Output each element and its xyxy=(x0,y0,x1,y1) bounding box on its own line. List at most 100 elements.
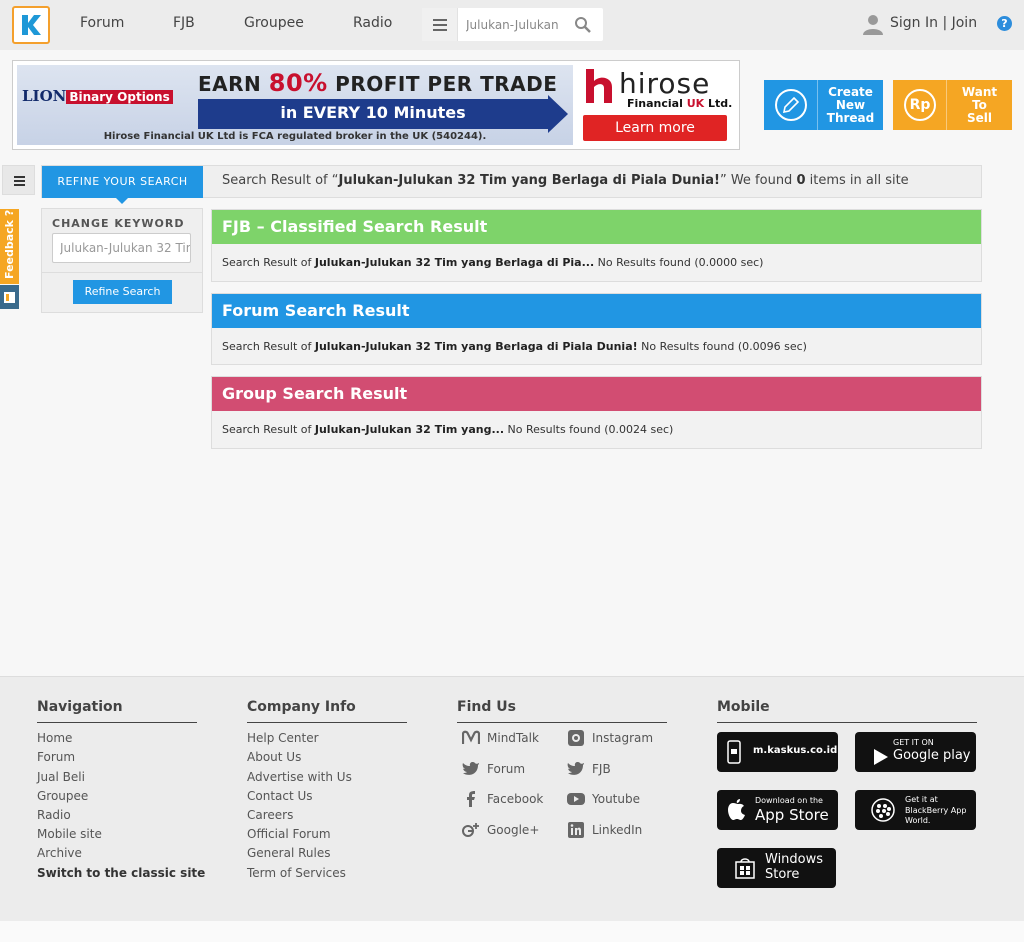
pencil-icon xyxy=(775,89,807,121)
footer-link-careers[interactable]: Careers xyxy=(247,808,293,822)
fjb-result-title: FJB – Classified Search Result xyxy=(212,210,981,244)
kaskus-k-icon xyxy=(22,15,41,35)
group-result-text: Search Result of Julukan-Julukan 32 Tim … xyxy=(222,423,674,436)
group-result-panel: Group Search Result Search Result of Jul… xyxy=(211,376,982,449)
nav-groupee[interactable]: Groupee xyxy=(244,15,304,31)
feedback-badge-icon[interactable] xyxy=(0,285,19,309)
youtube-icon xyxy=(567,793,585,805)
sidebar-toggle-button[interactable] xyxy=(2,165,35,195)
footer-findus-title: Find Us xyxy=(457,699,516,715)
twitter-icon xyxy=(567,762,584,775)
findus-facebook[interactable]: Facebook xyxy=(487,792,543,806)
linkedin-icon xyxy=(568,822,584,838)
findus-mindtalk[interactable]: MindTalk xyxy=(487,731,539,745)
footer-link-forum[interactable]: Forum xyxy=(37,750,75,764)
refine-search-button[interactable]: Refine Search xyxy=(73,280,172,304)
footer-link-classic-site[interactable]: Switch to the classic site xyxy=(37,866,205,880)
footer-link-advertise[interactable]: Advertise with Us xyxy=(247,770,352,784)
app-store-badge[interactable]: Download on the App Store xyxy=(717,790,838,830)
refine-search-tab[interactable]: REFINE YOUR SEARCH xyxy=(42,166,203,204)
banner-headline: EARN 80% PROFIT PER TRADE xyxy=(198,69,558,97)
create-thread-label: Create New Thread xyxy=(826,84,875,125)
nav-radio[interactable]: Radio xyxy=(353,15,392,31)
findus-google-plus[interactable]: Google+ xyxy=(487,823,539,837)
top-navbar: Forum FJB Groupee Radio Sign In | Join ? xyxy=(0,0,1024,50)
fjb-result-text: Search Result of Julukan-Julukan 32 Tim … xyxy=(222,256,764,269)
google-plus-icon xyxy=(462,823,479,837)
rupiah-icon: Rp xyxy=(904,89,936,121)
footer-company-title: Company Info xyxy=(247,699,356,715)
hamburger-icon xyxy=(433,19,447,21)
banner-regulation-text: Hirose Financial UK Ltd is FCA regulated… xyxy=(103,131,487,142)
forum-result-keyword[interactable]: Julukan-Julukan 32 Tim yang Berlaga di P… xyxy=(315,340,638,353)
findus-forum[interactable]: Forum xyxy=(487,762,525,776)
google-play-icon xyxy=(874,749,888,765)
search-menu-button[interactable] xyxy=(422,8,458,41)
hirose-logo-icon xyxy=(586,69,612,103)
instagram-icon xyxy=(568,730,584,746)
forum-result-title: Forum Search Result xyxy=(212,294,981,328)
apple-icon xyxy=(728,799,745,820)
signin-label: Sign In | Join xyxy=(890,15,978,31)
nav-fjb[interactable]: FJB xyxy=(173,15,195,31)
footer-link-terms[interactable]: Term of Services xyxy=(247,866,346,880)
search-input[interactable] xyxy=(466,8,576,41)
findus-instagram[interactable]: Instagram xyxy=(592,731,653,745)
create-thread-button[interactable]: Create New Thread xyxy=(764,80,883,130)
search-summary: Search Result of “Julukan-Julukan 32 Tim… xyxy=(222,173,909,188)
footer-link-archive[interactable]: Archive xyxy=(37,846,82,860)
search-bar xyxy=(422,8,603,41)
refine-header: REFINE YOUR SEARCH Search Result of “Jul… xyxy=(41,165,982,204)
footer-link-groupee[interactable]: Groupee xyxy=(37,789,88,803)
facebook-icon xyxy=(467,791,475,807)
ad-banner[interactable]: LION Binary Options EARN 80% PROFIT PER T… xyxy=(12,60,740,150)
footer-link-mobile-site[interactable]: Mobile site xyxy=(37,827,102,841)
help-icon[interactable]: ? xyxy=(997,16,1012,31)
want-to-sell-button[interactable]: Rp Want To Sell xyxy=(893,80,1012,130)
group-result-title: Group Search Result xyxy=(212,377,981,411)
hamburger-icon xyxy=(14,176,25,178)
lion-logo: LION Binary Options xyxy=(22,87,173,105)
footer-navigation-title: Navigation xyxy=(37,699,123,715)
footer-mobile-title: Mobile xyxy=(717,699,770,715)
footer-link-official-forum[interactable]: Official Forum xyxy=(247,827,331,841)
mkaskus-badge[interactable]: m.kaskus.co.id xyxy=(717,732,838,772)
search-icon[interactable] xyxy=(574,16,592,34)
footer-link-home[interactable]: Home xyxy=(37,731,72,745)
footer-link-jual-beli[interactable]: Jual Beli xyxy=(37,770,85,784)
learn-more-button[interactable]: Learn more xyxy=(583,115,727,141)
fjb-result-panel: FJB – Classified Search Result Search Re… xyxy=(211,209,982,282)
forum-result-panel: Forum Search Result Search Result of Jul… xyxy=(211,293,982,365)
findus-fjb[interactable]: FJB xyxy=(592,762,611,776)
mindtalk-icon xyxy=(462,730,480,744)
footer-link-help-center[interactable]: Help Center xyxy=(247,731,319,745)
twitter-icon xyxy=(462,762,479,775)
footer-link-about-us[interactable]: About Us xyxy=(247,750,301,764)
hirose-subtitle: Financial UK Ltd. xyxy=(627,97,733,110)
fjb-result-keyword[interactable]: Julukan-Julukan 32 Tim yang Berlaga di P… xyxy=(315,256,594,269)
blackberry-icon xyxy=(871,798,895,822)
windows-store-badge[interactable]: Windows Store xyxy=(717,848,836,888)
forum-result-text: Search Result of Julukan-Julukan 32 Tim … xyxy=(222,340,807,353)
footer-link-contact-us[interactable]: Contact Us xyxy=(247,789,313,803)
windows-store-icon xyxy=(735,858,755,879)
hirose-name: hirose xyxy=(619,67,711,100)
feedback-label: Feedback ? xyxy=(3,209,16,279)
group-result-keyword[interactable]: Julukan-Julukan 32 Tim yang... xyxy=(315,423,504,436)
kaskus-logo[interactable] xyxy=(12,6,50,44)
blackberry-badge[interactable]: Get it at BlackBerry App World. xyxy=(855,790,976,830)
google-play-badge[interactable]: GET IT ON Google play xyxy=(855,732,976,772)
change-keyword-title: CHANGE KEYWORD xyxy=(52,217,185,230)
footer: Navigation Home Forum Jual Beli Groupee … xyxy=(0,676,1024,921)
feedback-tab[interactable]: Feedback ? xyxy=(0,209,19,284)
findus-linkedin[interactable]: LinkedIn xyxy=(592,823,642,837)
change-keyword-panel: CHANGE KEYWORD Refine Search xyxy=(41,208,203,313)
keyword-input[interactable] xyxy=(52,233,191,263)
signin-link[interactable]: Sign In | Join xyxy=(862,13,977,37)
nav-forum[interactable]: Forum xyxy=(80,15,124,31)
footer-link-general-rules[interactable]: General Rules xyxy=(247,846,330,860)
footer-link-radio[interactable]: Radio xyxy=(37,808,71,822)
findus-youtube[interactable]: Youtube xyxy=(592,792,640,806)
user-icon xyxy=(863,15,883,35)
banner-arrow-text: in EVERY 10 Minutes xyxy=(280,103,466,122)
